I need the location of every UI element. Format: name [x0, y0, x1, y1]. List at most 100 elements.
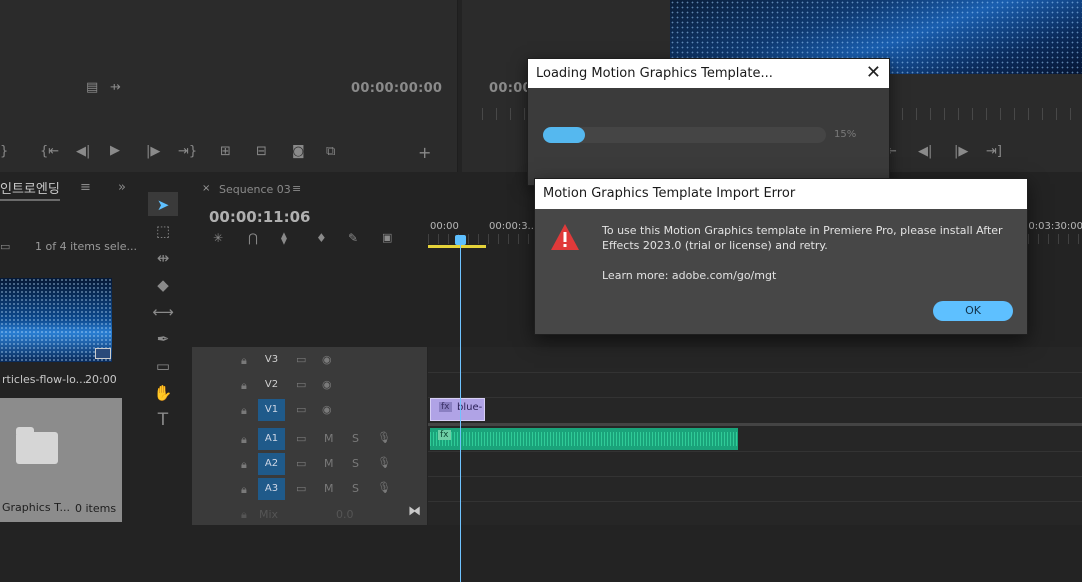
audio-clip[interactable]: fx [430, 428, 738, 450]
ruler-label-1: 00:00:3... [489, 221, 538, 232]
go-to-out-icon[interactable]: ⇥} [178, 144, 197, 159]
eye-icon[interactable]: ◉ [322, 378, 332, 391]
type-tool-icon[interactable]: T [150, 409, 176, 431]
track-select-tool-icon[interactable]: ⬚ [150, 220, 176, 242]
camera-icon[interactable]: ◙ [292, 144, 305, 159]
track-v1[interactable]: V1 [258, 399, 285, 421]
fx-badge-icon: fx [438, 430, 451, 440]
warning-icon [551, 224, 579, 250]
insert-icon[interactable]: ⊞ [220, 144, 231, 159]
track-v3[interactable]: V3 [258, 349, 285, 371]
lock-icon[interactable]: 🔒︎ [241, 404, 247, 418]
microphone-icon[interactable]: 🎙︎ [377, 481, 391, 494]
loading-progress-fill [543, 127, 585, 143]
button-editor-icon[interactable]: ⧉ [326, 144, 335, 159]
source-timecode: 00:00:00:00 [351, 81, 443, 96]
track-divider [428, 372, 1082, 373]
audio-waveform-icon[interactable]: ⇸ [110, 80, 121, 95]
folder-icon [16, 427, 58, 464]
loading-progress-track [543, 127, 826, 143]
error-dialog-title: Motion Graphics Template Import Error [535, 179, 1027, 209]
ripple-edit-tool-icon[interactable]: ⇹ [150, 247, 176, 269]
timeline-timecode[interactable]: 00:00:11:06 [209, 208, 311, 226]
track-a3[interactable]: A3 [258, 478, 285, 500]
sync-lock-icon[interactable]: ▭ [296, 353, 306, 366]
lock-icon[interactable]: 🔒︎ [241, 379, 247, 393]
solo-button[interactable]: S [352, 457, 359, 470]
panel-menu-icon[interactable]: ≡ [80, 180, 91, 195]
linked-selection-icon[interactable]: ⧫ [281, 231, 287, 245]
overwrite-icon[interactable]: ⊟ [256, 144, 267, 159]
rectangle-tool-icon[interactable]: ▭ [150, 355, 176, 377]
step-forward-icon[interactable]: |▶ [146, 144, 160, 159]
av-divider [428, 423, 1082, 426]
prog-go-to-out-icon[interactable]: ⇥] [986, 144, 1002, 159]
snap-icon[interactable]: ⋂ [248, 231, 258, 245]
solo-button[interactable]: S [352, 482, 359, 495]
bin-name[interactable]: Graphics T... [2, 501, 70, 514]
sync-lock-icon[interactable]: ▭ [296, 457, 306, 470]
sync-lock-icon[interactable]: ▭ [296, 403, 306, 416]
expand-panels-icon[interactable]: » [118, 180, 126, 195]
hand-tool-icon[interactable]: ✋ [150, 382, 176, 404]
play-icon[interactable]: ▶ [110, 143, 120, 158]
ruler-label-2: 00:03:30:00 [1022, 221, 1082, 232]
slip-tool-icon[interactable]: ⟷ [150, 301, 176, 323]
step-back-icon[interactable]: ◀| [76, 144, 90, 159]
video-clip[interactable]: fx blue- [430, 398, 485, 421]
clip-name[interactable]: rticles-flow-lo... [2, 373, 86, 386]
mark-out-icon[interactable]: } [0, 144, 8, 159]
razor-tool-icon[interactable]: ◆ [150, 274, 176, 296]
project-tab[interactable]: 인트로엔딩 [0, 178, 60, 201]
film-icon[interactable]: ▤ [86, 80, 98, 95]
bin-path-icon[interactable]: ▭ [0, 240, 10, 253]
eye-icon[interactable]: ◉ [322, 353, 332, 366]
items-count: 1 of 4 items sele... [35, 240, 137, 253]
eye-icon[interactable]: ◉ [322, 403, 332, 416]
sequence-menu-icon[interactable]: ≡ [292, 182, 301, 195]
sequence-tab[interactable]: Sequence 03 [219, 183, 291, 196]
mix-value[interactable]: 0.0 [336, 508, 354, 521]
mute-button[interactable]: M [324, 457, 334, 470]
lock-icon[interactable]: 🔒︎ [241, 354, 247, 368]
lock-icon: 🔒︎ [241, 508, 247, 521]
program-timecode: 00:00 [489, 81, 532, 96]
ruler-label-0: 00:00 [430, 221, 459, 232]
go-to-in-icon[interactable]: {⇤ [40, 144, 59, 159]
playhead-handle[interactable] [455, 235, 466, 245]
mix-label: Mix [259, 508, 279, 521]
solo-button[interactable]: S [352, 432, 359, 445]
goto-end-icon[interactable]: ⧓ [408, 504, 421, 519]
wrench-icon[interactable]: ✎ [348, 231, 358, 245]
mute-button[interactable]: M [324, 432, 334, 445]
lock-icon[interactable]: 🔒︎ [241, 483, 247, 497]
ok-button[interactable]: OK [933, 301, 1013, 321]
sequence-badge-icon [95, 348, 111, 359]
microphone-icon[interactable]: 🎙︎ [377, 431, 391, 444]
track-v2[interactable]: V2 [258, 374, 285, 396]
pen-tool-icon[interactable]: ✒ [150, 328, 176, 350]
microphone-icon[interactable]: 🎙︎ [377, 456, 391, 469]
close-sequence-icon[interactable]: × [202, 183, 210, 194]
add-button-icon[interactable]: + [418, 143, 431, 162]
prog-step-back-icon[interactable]: ◀| [918, 144, 932, 159]
sync-lock-icon[interactable]: ▭ [296, 432, 306, 445]
nest-icon[interactable]: ✳ [213, 231, 223, 245]
close-icon[interactable]: ✕ [866, 63, 881, 83]
sync-lock-icon[interactable]: ▭ [296, 378, 306, 391]
track-headers [192, 347, 427, 525]
track-a1[interactable]: A1 [258, 428, 285, 450]
captions-icon[interactable]: ▣ [382, 231, 392, 244]
track-divider [428, 476, 1082, 477]
selection-tool-icon[interactable]: ➤ [150, 194, 176, 216]
sync-lock-icon[interactable]: ▭ [296, 482, 306, 495]
loading-progress-text: 15% [834, 129, 857, 140]
playhead-line[interactable] [460, 236, 461, 582]
lock-icon[interactable]: 🔒︎ [241, 458, 247, 472]
prog-step-forward-icon[interactable]: |▶ [954, 144, 968, 159]
track-a2[interactable]: A2 [258, 453, 285, 475]
learn-more-link[interactable]: Learn more: adobe.com/go/mgt [602, 269, 776, 282]
marker-icon[interactable]: ♦ [316, 231, 327, 245]
lock-icon[interactable]: 🔒︎ [241, 433, 247, 447]
mute-button[interactable]: M [324, 482, 334, 495]
